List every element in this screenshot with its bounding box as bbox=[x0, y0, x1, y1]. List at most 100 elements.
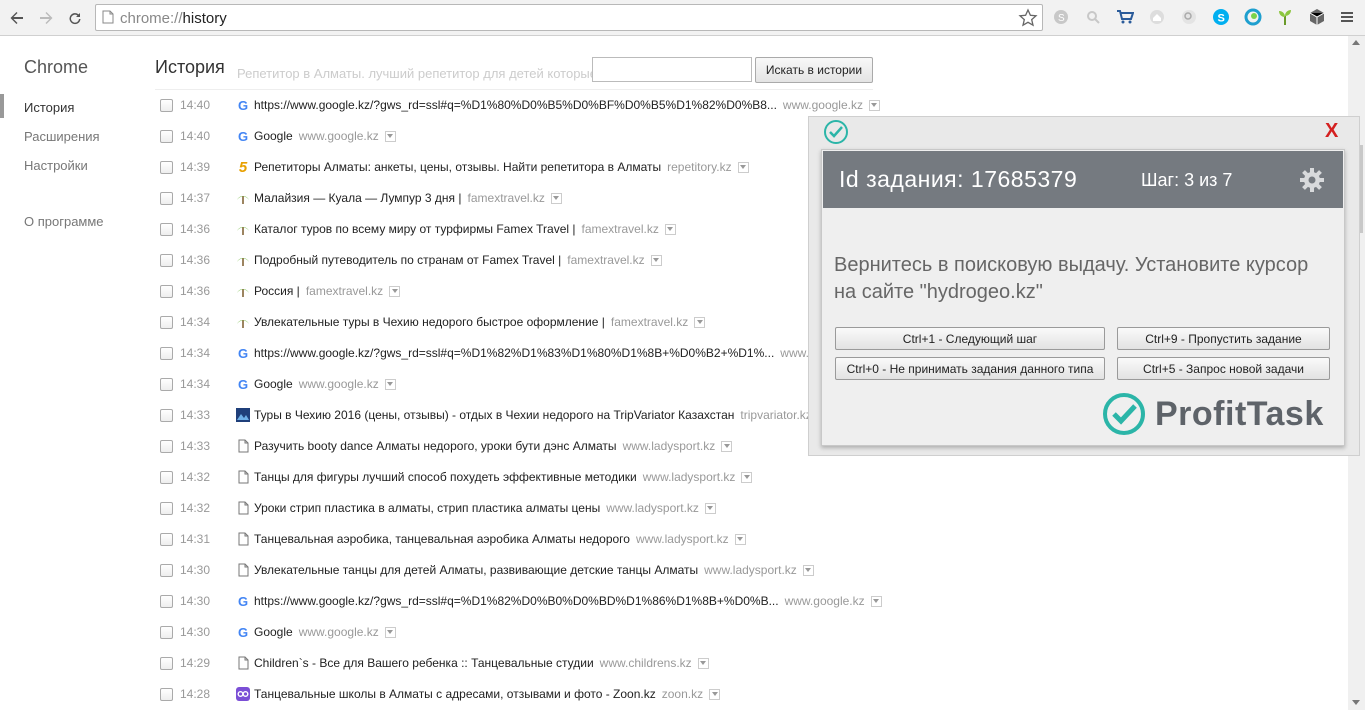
row-checkbox[interactable] bbox=[160, 687, 173, 701]
search-gray-icon[interactable] bbox=[1084, 8, 1102, 26]
row-checkbox[interactable] bbox=[160, 625, 173, 639]
skype-icon[interactable]: S bbox=[1212, 8, 1230, 26]
history-row[interactable]: 14:33 Туры в Чехию 2016 (цены, отзывы) - … bbox=[160, 405, 880, 425]
row-checkbox[interactable] bbox=[160, 408, 173, 422]
history-row[interactable]: 14:36 Подробный путеводитель по странам о… bbox=[160, 250, 880, 270]
row-menu-dropdown-icon[interactable] bbox=[734, 533, 746, 545]
address-bar[interactable]: chrome://history bbox=[95, 4, 1043, 31]
row-menu-dropdown-icon[interactable] bbox=[741, 471, 753, 483]
forward-button[interactable] bbox=[34, 6, 58, 30]
page-link[interactable]: Танцевальная аэробика, танцевальная аэро… bbox=[254, 532, 630, 546]
page-link[interactable]: https://www.google.kz/?gws_rd=ssl#q=%D1%… bbox=[254, 594, 779, 608]
page-link[interactable]: Танцевальные школы в Алматы с адресами, … bbox=[254, 687, 656, 701]
row-menu-dropdown-icon[interactable] bbox=[709, 688, 721, 700]
sidebar-item-settings[interactable]: Настройки bbox=[24, 158, 88, 173]
page-link[interactable]: Туры в Чехию 2016 (цены, отзывы) - отдых… bbox=[254, 408, 734, 422]
history-row[interactable]: 14:34 Ghttps://www.google.kz/?gws_rd=ssl#… bbox=[160, 343, 880, 363]
row-checkbox[interactable] bbox=[160, 563, 173, 577]
reject-task-type-button[interactable]: Ctrl+0 - Не принимать задания данного ти… bbox=[835, 357, 1105, 380]
search-history-button[interactable]: Искать в истории bbox=[755, 57, 873, 83]
history-row[interactable]: 14:32 Танцы для фигуры лучший способ поху… bbox=[160, 467, 880, 487]
row-checkbox[interactable] bbox=[160, 594, 173, 608]
page-link[interactable]: Подробный путеводитель по странам от Fam… bbox=[254, 253, 561, 267]
page-link[interactable]: Разучить booty dance Алматы недорого, ур… bbox=[254, 439, 617, 453]
sprout-icon[interactable] bbox=[1276, 8, 1294, 26]
page-link[interactable]: Малайзия — Куала — Лумпур 3 дня | bbox=[254, 191, 462, 205]
row-menu-dropdown-icon[interactable] bbox=[802, 564, 814, 576]
search-light-icon[interactable] bbox=[1180, 8, 1198, 26]
cart-icon[interactable] bbox=[1116, 8, 1134, 26]
sidebar-item-history[interactable]: История bbox=[24, 100, 74, 115]
next-step-button[interactable]: Ctrl+1 - Следующий шаг bbox=[835, 327, 1105, 350]
row-checkbox[interactable] bbox=[160, 470, 173, 484]
history-row[interactable]: 14:36 Каталог туров по всему миру от турф… bbox=[160, 219, 880, 239]
history-search-input[interactable] bbox=[592, 57, 752, 82]
row-menu-dropdown-icon[interactable] bbox=[650, 254, 662, 266]
bookmark-star-icon[interactable] bbox=[1018, 8, 1038, 31]
row-menu-dropdown-icon[interactable] bbox=[868, 99, 880, 111]
cube-icon[interactable] bbox=[1308, 8, 1326, 26]
history-row[interactable]: 14:34 Увлекательные туры в Чехию недорого… bbox=[160, 312, 880, 332]
history-row[interactable]: 14:29 Children`s - Все для Вашего ребенка… bbox=[160, 653, 880, 673]
reload-button[interactable] bbox=[63, 6, 87, 30]
row-menu-dropdown-icon[interactable] bbox=[704, 502, 716, 514]
swirl-icon[interactable] bbox=[1244, 8, 1262, 26]
menu-icon[interactable] bbox=[1338, 8, 1356, 26]
row-checkbox[interactable] bbox=[160, 377, 173, 391]
row-checkbox[interactable] bbox=[160, 284, 173, 298]
back-button[interactable] bbox=[5, 6, 29, 30]
skip-task-button[interactable]: Ctrl+9 - Пропустить задание bbox=[1117, 327, 1330, 350]
skype-gray-icon[interactable]: S bbox=[1052, 8, 1070, 26]
history-row[interactable]: 14:34 G Google www.google.kz bbox=[160, 374, 880, 394]
gear-icon[interactable] bbox=[1298, 166, 1326, 197]
sidebar-item-extensions[interactable]: Расширения bbox=[24, 129, 100, 144]
row-menu-dropdown-icon[interactable] bbox=[697, 657, 709, 669]
row-checkbox[interactable] bbox=[160, 532, 173, 546]
row-checkbox[interactable] bbox=[160, 439, 173, 453]
row-checkbox[interactable] bbox=[160, 222, 173, 236]
row-menu-dropdown-icon[interactable] bbox=[664, 223, 676, 235]
row-menu-dropdown-icon[interactable] bbox=[384, 130, 396, 142]
history-row[interactable]: 14:32 Уроки стрип пластика в алматы, стри… bbox=[160, 498, 880, 518]
history-row[interactable]: 14:39 5 Репетиторы Алматы: анкеты, цены, о… bbox=[160, 157, 880, 177]
row-checkbox[interactable] bbox=[160, 98, 173, 112]
history-row[interactable]: 14:30 G Google www.google.kz bbox=[160, 622, 880, 642]
page-link[interactable]: Google bbox=[254, 129, 293, 143]
history-row[interactable]: 14:40 G Google www.google.kz bbox=[160, 126, 880, 146]
page-link[interactable]: Увлекательные туры в Чехию недорого быст… bbox=[254, 315, 605, 329]
page-link[interactable]: Каталог туров по всему миру от турфирмы … bbox=[254, 222, 575, 236]
row-checkbox[interactable] bbox=[160, 160, 173, 174]
scroll-up-arrow-icon[interactable] bbox=[1352, 40, 1360, 45]
page-link[interactable]: Танцы для фигуры лучший способ похудеть … bbox=[254, 470, 637, 484]
history-row[interactable]: 14:40 Ghttps://www.google.kz/?gws_rd=ssl#… bbox=[160, 95, 880, 115]
row-menu-dropdown-icon[interactable] bbox=[384, 626, 396, 638]
history-row[interactable]: 14:31 Танцевальная аэробика, танцевальная… bbox=[160, 529, 880, 549]
row-menu-dropdown-icon[interactable] bbox=[694, 316, 706, 328]
row-checkbox[interactable] bbox=[160, 191, 173, 205]
row-menu-dropdown-icon[interactable] bbox=[721, 440, 733, 452]
request-new-task-button[interactable]: Ctrl+5 - Запрос новой задачи bbox=[1117, 357, 1330, 380]
scroll-down-arrow-icon[interactable] bbox=[1352, 700, 1360, 705]
page-link[interactable]: Google bbox=[254, 377, 293, 391]
row-menu-dropdown-icon[interactable] bbox=[389, 285, 401, 297]
home-gray-icon[interactable] bbox=[1148, 8, 1166, 26]
page-link[interactable]: Россия | bbox=[254, 284, 300, 298]
row-checkbox[interactable] bbox=[160, 315, 173, 329]
history-row[interactable]: 14:28 Танцевальные школы в Алматы с адрес… bbox=[160, 684, 880, 704]
history-row[interactable]: 14:30 Увлекательные танцы для детей Алмат… bbox=[160, 560, 880, 580]
row-checkbox[interactable] bbox=[160, 501, 173, 515]
row-checkbox[interactable] bbox=[160, 656, 173, 670]
history-row[interactable]: 14:30 Ghttps://www.google.kz/?gws_rd=ssl#… bbox=[160, 591, 882, 611]
row-checkbox[interactable] bbox=[160, 129, 173, 143]
row-menu-dropdown-icon[interactable] bbox=[384, 378, 396, 390]
row-checkbox[interactable] bbox=[160, 253, 173, 267]
page-link[interactable]: https://www.google.kz/?gws_rd=ssl#q=%D1%… bbox=[254, 346, 774, 360]
sidebar-item-about[interactable]: О программе bbox=[24, 214, 104, 229]
page-link[interactable]: Увлекательные танцы для детей Алматы, ра… bbox=[254, 563, 698, 577]
row-menu-dropdown-icon[interactable] bbox=[737, 161, 749, 173]
page-link[interactable]: Репетиторы Алматы: анкеты, цены, отзывы.… bbox=[254, 160, 661, 174]
history-row[interactable]: 14:33 Разучить booty dance Алматы недорог… bbox=[160, 436, 880, 456]
row-menu-dropdown-icon[interactable] bbox=[550, 192, 562, 204]
row-checkbox[interactable] bbox=[160, 346, 173, 360]
page-link[interactable]: Children`s - Все для Вашего ребенка :: Т… bbox=[254, 656, 594, 670]
